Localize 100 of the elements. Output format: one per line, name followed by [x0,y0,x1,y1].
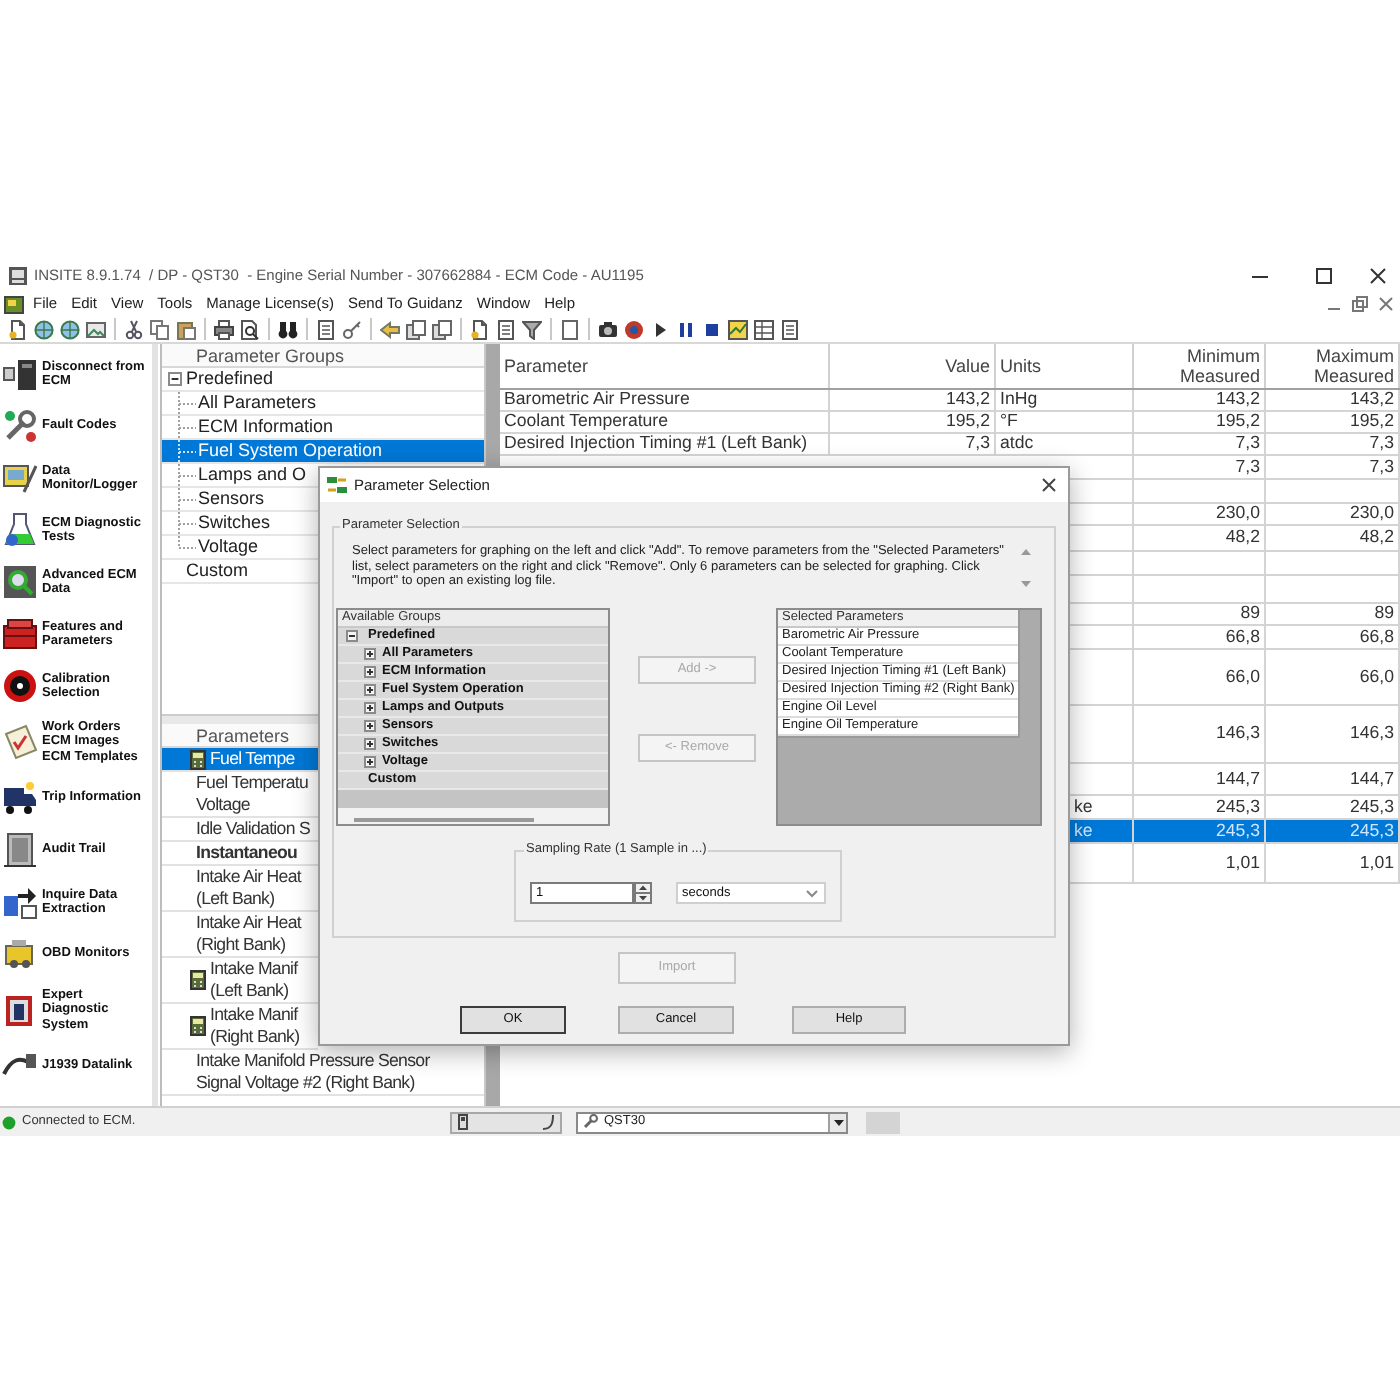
table-cell: Coolant Temperature [500,412,830,432]
table-row[interactable]: ke 245,3 245,3 [1070,796,1400,820]
scrollbar[interactable] [152,344,158,1106]
table-row[interactable]: 66,0 66,0 [1070,650,1400,706]
key-icon[interactable] [341,319,361,339]
maximize-icon [1316,268,1332,284]
expand-icon[interactable] [364,702,376,714]
binoculars-icon[interactable] [277,319,297,339]
document-list-icon[interactable] [495,319,515,339]
document-icon[interactable] [7,319,27,339]
tree-item[interactable]: Fuel System Operation [162,440,484,464]
table-row[interactable]: 89 89 [1070,604,1400,626]
tree-line [172,463,198,487]
table-cell: 66,8 [1134,626,1266,648]
record-icon[interactable] [623,319,643,339]
globe-icon[interactable] [33,319,53,339]
table-cell: 195,2 [1134,412,1266,432]
table-cell: 245,3 [1134,796,1266,818]
list-item[interactable]: Intake Manif (Right Bank) [162,1004,318,1050]
list-item[interactable]: Fuel Temperatu Voltage [162,772,318,818]
table-cell: 195,2 [830,412,996,432]
wrench-icon [582,1114,598,1130]
picture-icon[interactable] [85,319,105,339]
globe-icon[interactable] [59,319,79,339]
table-cell: 7,3 [1266,434,1400,454]
table-cell: atdc [996,434,1134,454]
chart-icon[interactable] [727,319,747,339]
document-list-icon[interactable] [779,319,799,339]
list-item[interactable]: Fuel Tempe [162,748,318,772]
column-header[interactable]: Units [996,344,1134,388]
collapse-icon[interactable] [168,372,182,386]
column-header[interactable]: Maximum Measured [1266,344,1400,388]
table-cell: 66,8 [1266,626,1400,648]
expand-icon[interactable] [364,738,376,750]
list-item[interactable]: Instantaneou [162,842,318,866]
tree-item[interactable]: ECM Information [162,416,484,440]
table-row[interactable]: 144,7 144,7 [1070,764,1400,796]
restore-icon[interactable] [1352,296,1368,312]
tree-item[interactable]: Lamps and O [162,464,318,488]
tree-item[interactable]: Predefined [162,368,484,392]
list-item[interactable]: Idle Validation S [162,818,318,842]
list-item[interactable]: Intake Manifold Pressure Sensor Signal Voltage #2 (Right Bank) [162,1050,484,1096]
app-menu-icon[interactable] [4,295,24,313]
tree-item[interactable]: Sensors [162,488,318,512]
table-cell: 7,3 [1266,456,1400,478]
tree-item[interactable]: All Parameters [162,392,484,416]
table-row[interactable]: 48,2 48,2 [1070,526,1400,552]
paste-icon[interactable] [175,319,195,339]
expand-icon[interactable] [364,666,376,678]
copy-icon[interactable] [149,319,169,339]
checklist-icon [2,724,38,760]
table-row[interactable]: 66,8 66,8 [1070,626,1400,650]
printer-icon[interactable] [213,319,233,339]
list-item[interactable]: Intake Air Heat (Left Bank) [162,866,318,912]
spinner-arrows-icon[interactable] [634,882,652,904]
close-icon[interactable] [1378,296,1394,312]
table-row[interactable]: 1,01 1,01 [1070,844,1400,884]
table-row[interactable]: 146,3 146,3 [1070,706,1400,764]
table-row[interactable]: ke 245,3 245,3 [1070,820,1400,844]
page-icon[interactable] [559,319,579,339]
table-cell: 66,0 [1266,650,1400,704]
print-preview-icon[interactable] [239,319,259,339]
tree-line [172,415,198,439]
list-item[interactable]: Intake Air Heat (Right Bank) [162,912,318,958]
column-header[interactable]: Value [830,344,996,388]
table-icon[interactable] [753,319,773,339]
expand-icon[interactable] [364,648,376,660]
table-cell: Desired Injection Timing #1 (Left Bank) [500,434,830,454]
list-transfer-icon [326,476,348,494]
pause-icon[interactable] [675,319,695,339]
document-icon[interactable] [469,319,489,339]
table-cell: Barometric Air Pressure [500,390,830,410]
document-list-icon[interactable] [315,319,335,339]
table-cell: 230,0 [1134,504,1266,524]
collapse-icon[interactable] [346,630,358,642]
column-header[interactable]: Minimum Measured [1134,344,1266,388]
arrow-left-icon[interactable] [379,319,399,339]
table-cell: 66,0 [1134,650,1266,704]
table-row[interactable]: Desired Injection Timing #1 (Left Bank) 7,3 atdc 7,3 7,3 [500,434,1400,456]
scrollbar-thumb[interactable] [354,818,534,822]
expand-icon[interactable] [364,720,376,732]
table-row[interactable]: 230,0 230,0 [1070,504,1400,526]
tree-item[interactable]: Switches [162,512,318,536]
stop-icon[interactable] [701,319,721,339]
table-cell: 245,3 [1134,820,1266,842]
column-header[interactable]: Parameter [500,344,830,388]
table-row[interactable]: Coolant Temperature 195,2 °F 195,2 195,2 [500,412,1400,434]
tree-item[interactable]: Custom [162,560,318,584]
table-row[interactable]: 7,3 7,3 [1070,456,1400,480]
table-row[interactable]: Barometric Air Pressure 143,2 InHg 143,2 143,2 [500,390,1400,412]
camera-icon[interactable] [597,319,617,339]
tools-icon [2,408,38,444]
toolbox-icon [2,616,38,652]
tree-item[interactable]: Voltage [162,536,318,560]
list-item[interactable]: Intake Manif (Left Bank) [162,958,318,1004]
expand-icon[interactable] [364,684,376,696]
table-cell: 7,3 [1134,456,1266,478]
expand-icon[interactable] [364,756,376,768]
chevron-down-icon [806,889,818,897]
scissors-icon[interactable] [123,319,143,339]
